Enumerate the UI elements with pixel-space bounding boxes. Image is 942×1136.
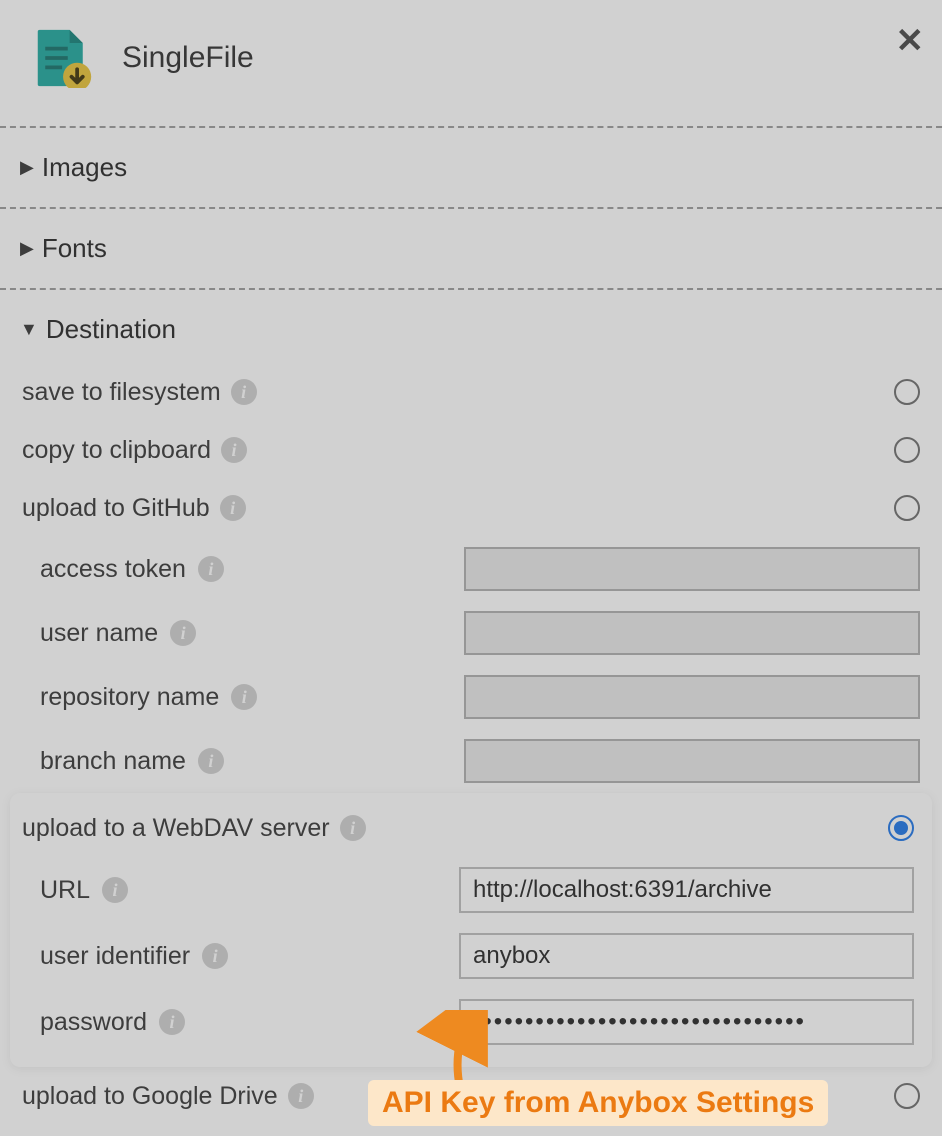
info-icon[interactable]: i: [231, 379, 257, 405]
section-destination[interactable]: ▼ Destination: [0, 290, 942, 357]
close-icon[interactable]: ✕: [896, 24, 925, 58]
webdav-password-row: password i: [10, 989, 932, 1055]
github-branch-name-input[interactable]: [464, 739, 920, 783]
field-label: password: [40, 1008, 147, 1037]
annotation-label: API Key from Anybox Settings: [368, 1080, 828, 1126]
radio-github[interactable]: [894, 495, 920, 521]
app-title: SingleFile: [122, 41, 254, 75]
info-icon[interactable]: i: [198, 748, 224, 774]
github-access-token-input[interactable]: [464, 547, 920, 591]
option-label: save to filesystem: [22, 378, 221, 407]
section-label-fonts: Fonts: [42, 233, 107, 264]
github-access-token-row: access token i: [0, 537, 942, 601]
github-repo-name-row: repository name i: [0, 665, 942, 729]
webdav-user-row: user identifier i: [10, 923, 932, 989]
github-user-name-input[interactable]: [464, 611, 920, 655]
app-header: SingleFile ✕: [0, 0, 942, 128]
section-images[interactable]: ▶ Images: [0, 128, 942, 209]
info-icon[interactable]: i: [231, 684, 257, 710]
collapse-icon: ▼: [20, 319, 38, 340]
field-label: repository name: [40, 683, 219, 712]
github-branch-name-row: branch name i: [0, 729, 942, 793]
radio-gdrive[interactable]: [894, 1083, 920, 1109]
info-icon[interactable]: i: [198, 556, 224, 582]
info-icon[interactable]: i: [288, 1083, 314, 1109]
option-github[interactable]: upload to GitHub i: [0, 479, 942, 537]
option-label: upload to Google Drive: [22, 1082, 278, 1111]
option-label: upload to GitHub: [22, 494, 210, 523]
field-label: user identifier: [40, 942, 190, 971]
expand-icon: ▶: [20, 157, 34, 178]
section-fonts[interactable]: ▶ Fonts: [0, 209, 942, 290]
info-icon[interactable]: i: [221, 437, 247, 463]
info-icon[interactable]: i: [220, 495, 246, 521]
github-repo-name-input[interactable]: [464, 675, 920, 719]
info-icon[interactable]: i: [102, 877, 128, 903]
webdav-url-input[interactable]: [459, 867, 914, 913]
radio-filesystem[interactable]: [894, 379, 920, 405]
section-label-images: Images: [42, 152, 127, 183]
info-icon[interactable]: i: [159, 1009, 185, 1035]
webdav-password-input[interactable]: [459, 999, 914, 1045]
field-label: access token: [40, 555, 186, 584]
github-user-name-row: user name i: [0, 601, 942, 665]
option-label: upload to a WebDAV server: [22, 814, 330, 843]
radio-webdav[interactable]: [888, 815, 914, 841]
field-label: user name: [40, 619, 158, 648]
webdav-user-input[interactable]: [459, 933, 914, 979]
webdav-url-row: URL i: [10, 857, 932, 923]
info-icon[interactable]: i: [202, 943, 228, 969]
option-clipboard[interactable]: copy to clipboard i: [0, 421, 942, 479]
option-webdav[interactable]: upload to a WebDAV server i: [10, 799, 932, 857]
expand-icon: ▶: [20, 238, 34, 259]
option-companion[interactable]: save with SingleFile Companion i: [0, 1125, 942, 1136]
option-label: copy to clipboard: [22, 436, 211, 465]
info-icon[interactable]: i: [340, 815, 366, 841]
webdav-highlight-panel: upload to a WebDAV server i URL i user i…: [10, 793, 932, 1067]
info-icon[interactable]: i: [170, 620, 196, 646]
field-label: branch name: [40, 747, 186, 776]
option-filesystem[interactable]: save to filesystem i: [0, 363, 942, 421]
section-label-destination: Destination: [46, 314, 176, 345]
singlefile-app-icon: [34, 28, 94, 88]
field-label: URL: [40, 876, 90, 905]
radio-clipboard[interactable]: [894, 437, 920, 463]
destination-options: save to filesystem i copy to clipboard i…: [0, 357, 942, 1136]
